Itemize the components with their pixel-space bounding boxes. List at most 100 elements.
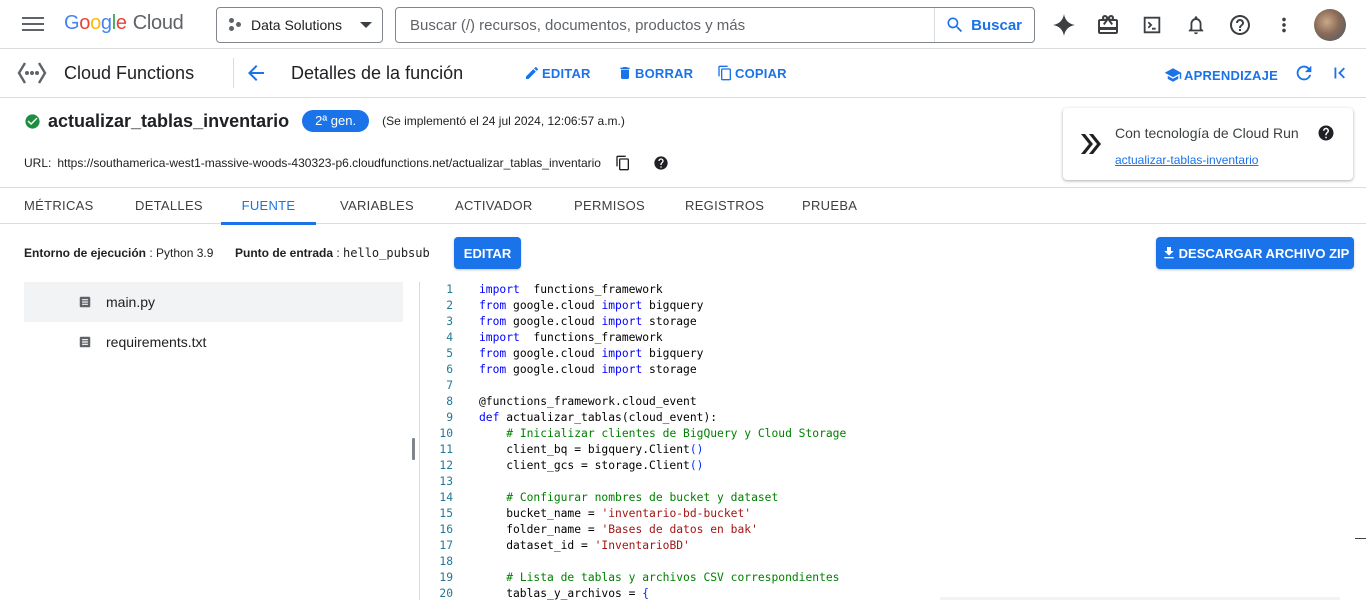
tab-registros[interactable]: REGISTROS: [685, 188, 764, 224]
more-vert-icon[interactable]: [1262, 3, 1306, 47]
tab-activador[interactable]: ACTIVADOR: [455, 188, 532, 224]
code-text: client_bq = bigquery.Client(): [479, 443, 704, 456]
search-input[interactable]: [396, 8, 935, 42]
code-text: tablas_y_archivos = {: [479, 587, 650, 600]
top-actions: [1042, 0, 1366, 49]
code-text: # Lista de tablas y archivos CSV corresp…: [506, 571, 840, 584]
code-text: def actualizar_tablas(cloud_event):: [479, 411, 718, 424]
line-number: 7: [446, 379, 453, 392]
code-text: from google.cloud import storage: [479, 363, 697, 376]
download-zip-button[interactable]: DESCARGAR ARCHIVO ZIP: [1156, 237, 1354, 269]
code-text: from google.cloud import storage: [479, 315, 697, 328]
tab-metricas[interactable]: MÉTRICAS: [24, 188, 93, 224]
line-number: 19: [439, 571, 453, 584]
code-text: import functions_framework: [479, 283, 663, 296]
file-item-main-py[interactable]: main.py: [24, 282, 403, 322]
tab-permisos[interactable]: PERMISOS: [574, 188, 645, 224]
tab-fuente[interactable]: FUENTE: [221, 188, 316, 225]
code-text: @functions_framework.cloud_event: [479, 395, 697, 408]
file-tree: main.py requirements.txt: [24, 282, 403, 362]
runtime-info: Entorno de ejecución : Python 3.9: [24, 246, 214, 260]
google-cloud-logo[interactable]: Google Cloud: [64, 12, 184, 35]
tab-prueba[interactable]: PRUEBA: [802, 188, 857, 224]
copy-icon: [718, 65, 731, 81]
refresh-icon[interactable]: [1293, 62, 1315, 89]
avatar[interactable]: [1314, 8, 1346, 41]
line-number: 15: [439, 507, 453, 520]
tab-variables[interactable]: VARIABLES: [340, 188, 414, 224]
gift-icon[interactable]: [1086, 3, 1130, 47]
function-tabs: MÉTRICAS DETALLES FUENTE VARIABLES ACTIV…: [0, 188, 1366, 225]
search-bar: Buscar: [395, 7, 1035, 43]
search-button[interactable]: Buscar: [934, 8, 1034, 42]
cloud-functions-icon: [16, 60, 48, 91]
top-app-bar: Google Cloud Data Solutions Buscar: [0, 0, 1366, 49]
download-icon: [1163, 247, 1174, 259]
gemini-icon[interactable]: [1042, 3, 1086, 47]
back-arrow-icon[interactable]: [244, 61, 268, 90]
cloud-run-card: Con tecnología de Cloud Run actualizar-t…: [1063, 108, 1353, 180]
line-number: 9: [446, 411, 453, 424]
product-name[interactable]: Cloud Functions: [64, 63, 194, 84]
trash-icon: [620, 67, 630, 79]
entry-point-value: hello_pubsub: [343, 246, 430, 260]
cloud-run-service-link[interactable]: actualizar-tablas-inventario: [1115, 153, 1258, 167]
collapse-panel-icon[interactable]: [1329, 62, 1351, 89]
code-editor[interactable]: 1 import functions_framework 2 from google.…: [420, 282, 1366, 600]
cloud-run-title: Con tecnología de Cloud Run: [1115, 125, 1299, 141]
delete-function-button[interactable]: BORRAR: [617, 65, 693, 81]
cloud-shell-icon[interactable]: [1130, 3, 1174, 47]
check-circle-icon: [25, 113, 40, 129]
line-number: 4: [446, 331, 453, 344]
pencil-icon: [526, 66, 539, 79]
url-label: URL:: [24, 156, 52, 170]
divider: [1355, 538, 1366, 539]
help-icon[interactable]: [1317, 124, 1335, 147]
code-text: client_gcs = storage.Client(): [479, 459, 704, 472]
code-text: folder_name = 'Bases de datos en bak': [479, 523, 758, 536]
divider: [233, 58, 234, 88]
function-name-row: actualizar_tablas_inventario 2ª gen. (Se…: [24, 110, 625, 132]
file-name: main.py: [106, 294, 156, 310]
line-number: 17: [439, 539, 453, 552]
copy-url-icon[interactable]: [615, 155, 631, 171]
line-number: 14: [439, 491, 453, 504]
line-number: 16: [439, 523, 453, 536]
line-number: 2: [446, 299, 453, 312]
edit-function-button[interactable]: EDITAR: [524, 65, 591, 81]
code-text: import functions_framework: [479, 331, 663, 344]
line-number: 11: [439, 443, 453, 456]
main-menu-icon[interactable]: [22, 14, 44, 34]
function-name: actualizar_tablas_inventario: [48, 110, 290, 131]
school-icon: [1164, 68, 1182, 82]
tab-detalles[interactable]: DETALLES: [135, 188, 203, 224]
search-button-label: Buscar: [971, 16, 1022, 34]
function-url-row: URL: https://southamerica-west1-massive-…: [24, 155, 669, 171]
chevron-down-icon: [360, 22, 372, 28]
file-item-requirements-txt[interactable]: requirements.txt: [24, 322, 403, 362]
notifications-icon[interactable]: [1174, 3, 1218, 47]
learning-button[interactable]: APRENDIZAJE: [1164, 66, 1278, 84]
edit-source-button[interactable]: EDITAR: [454, 237, 521, 269]
project-icon: [227, 17, 243, 33]
url-help-icon[interactable]: [653, 155, 669, 171]
line-number: 20: [439, 587, 453, 600]
line-number: 1: [446, 283, 453, 296]
panel-resize-handle[interactable]: [412, 438, 415, 460]
code-text: # Inicializar clientes de BigQuery y Clo…: [506, 427, 847, 440]
help-icon[interactable]: [1218, 3, 1262, 47]
line-number: 12: [439, 459, 453, 472]
deployed-timestamp: (Se implementó el 24 jul 2024, 12:06:57 …: [382, 114, 625, 128]
line-number: 13: [439, 475, 453, 488]
file-name: requirements.txt: [106, 334, 207, 350]
code-text: from google.cloud import bigquery: [479, 299, 704, 312]
copy-function-button[interactable]: COPIAR: [717, 65, 787, 81]
file-icon: [79, 336, 91, 348]
line-number: 5: [446, 347, 453, 360]
entry-point-info: Punto de entrada : hello_pubsub: [235, 246, 430, 260]
function-url[interactable]: https://southamerica-west1-massive-woods…: [57, 156, 601, 170]
line-number: 10: [439, 427, 453, 440]
project-picker[interactable]: Data Solutions: [216, 7, 383, 43]
file-icon: [79, 296, 91, 308]
search-icon: [947, 17, 963, 33]
